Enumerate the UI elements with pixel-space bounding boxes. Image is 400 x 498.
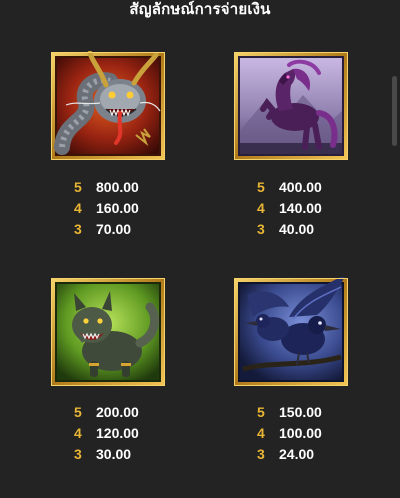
- payout-value: 120.00: [96, 425, 139, 441]
- payout-value: 40.00: [279, 221, 315, 237]
- dark-horse-icon: [234, 52, 348, 160]
- payout-count: 3: [257, 221, 265, 237]
- dark-horse-symbol: [233, 51, 349, 161]
- raven-payout-table: 5 150.00 4 100.00 3 24.00: [257, 402, 397, 465]
- payout-row: 3 24.00: [257, 444, 397, 465]
- payout-count: 4: [257, 425, 265, 441]
- payout-row: 5 200.00: [74, 402, 214, 423]
- payout-count: 3: [74, 446, 82, 462]
- payout-value: 200.00: [96, 404, 139, 420]
- payout-row: 5 800.00: [74, 177, 214, 198]
- payout-value: 70.00: [96, 221, 132, 237]
- payout-row: 3 30.00: [74, 444, 214, 465]
- payout-row: 5 400.00: [257, 177, 397, 198]
- dragon-payout-table: 5 800.00 4 160.00 3 70.00: [74, 177, 214, 240]
- werewolf-icon: [51, 278, 165, 386]
- raven-symbol: [233, 277, 349, 387]
- payout-row: 4 120.00: [74, 423, 214, 444]
- payout-value: 100.00: [279, 425, 322, 441]
- payout-value: 800.00: [96, 179, 139, 195]
- payout-value: 24.00: [279, 446, 315, 462]
- werewolf-payout-table: 5 200.00 4 120.00 3 30.00: [74, 402, 214, 465]
- dark-horse-payout-table: 5 400.00 4 140.00 3 40.00: [257, 177, 397, 240]
- dragon-icon: [51, 51, 165, 160]
- payout-value: 150.00: [279, 404, 322, 420]
- payout-count: 5: [74, 404, 82, 420]
- page-title: สัญลักษณ์การจ่ายเงิน: [129, 1, 271, 18]
- payout-count: 4: [257, 200, 265, 216]
- dragon-symbol: [50, 51, 166, 161]
- payout-count: 5: [74, 179, 82, 195]
- payout-row: 4 160.00: [74, 198, 214, 219]
- payout-value: 400.00: [279, 179, 322, 195]
- payout-row: 4 140.00: [257, 198, 397, 219]
- payout-value: 140.00: [279, 200, 322, 216]
- raven-icon: [234, 277, 348, 386]
- payout-count: 4: [74, 200, 82, 216]
- payout-count: 3: [74, 221, 82, 237]
- payout-row: 4 100.00: [257, 423, 397, 444]
- payout-count: 4: [74, 425, 82, 441]
- payout-count: 5: [257, 179, 265, 195]
- payout-row: 5 150.00: [257, 402, 397, 423]
- payout-value: 30.00: [96, 446, 132, 462]
- payout-value: 160.00: [96, 200, 139, 216]
- payout-row: 3 40.00: [257, 219, 397, 240]
- scrollbar-thumb[interactable]: [392, 76, 397, 146]
- payout-row: 3 70.00: [74, 219, 214, 240]
- werewolf-symbol: [50, 277, 166, 387]
- payout-count: 5: [257, 404, 265, 420]
- payout-count: 3: [257, 446, 265, 462]
- paytable-page: สัญลักษณ์การจ่ายเงิน 5 800.00 4 160.00 3…: [0, 0, 400, 498]
